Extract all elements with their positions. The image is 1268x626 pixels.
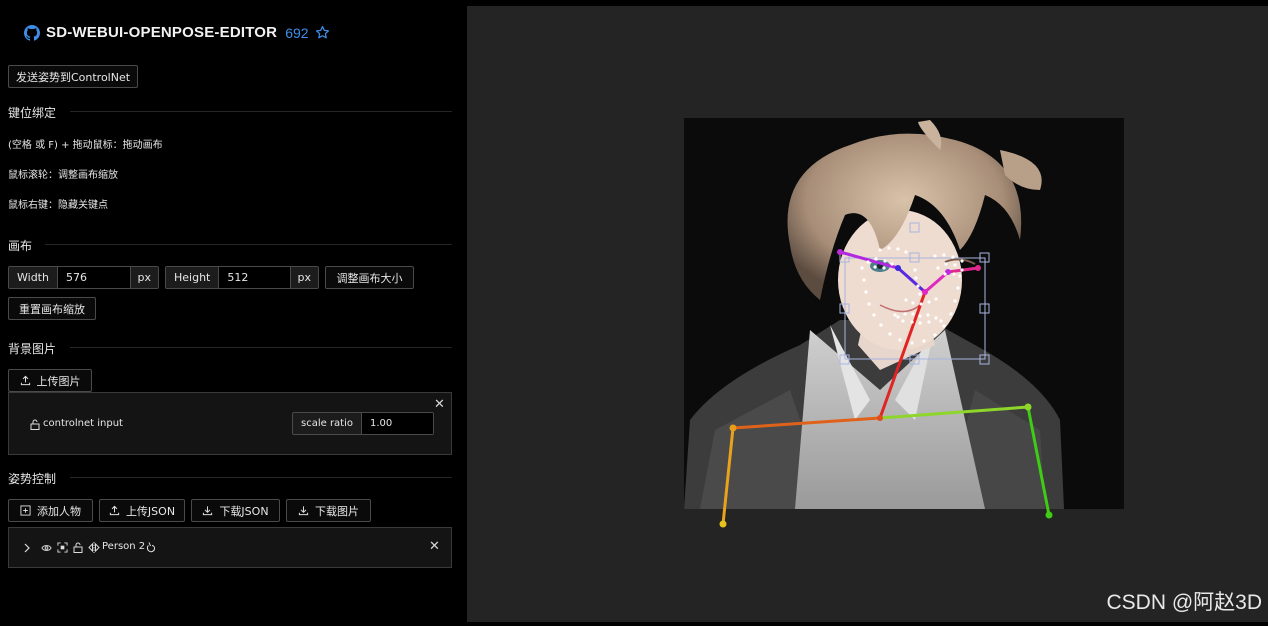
send-to-controlnet-button[interactable]: 发送姿势到ControlNet xyxy=(8,65,138,88)
canvas-section-title: 画布 xyxy=(8,239,33,253)
height-field: Height 512 px xyxy=(165,266,319,289)
divider xyxy=(70,347,452,348)
add-person-label: 添加人物 xyxy=(37,504,81,518)
background-section-title: 背景图片 xyxy=(8,342,57,356)
upload-image-label: 上传图片 xyxy=(36,374,81,388)
add-person-button[interactable]: 添加人物 xyxy=(8,499,93,522)
upload-image-button[interactable]: 上传图片 xyxy=(8,369,92,392)
download-icon xyxy=(298,506,309,516)
height-unit: px xyxy=(289,267,318,288)
eye-icon[interactable] xyxy=(41,543,52,553)
pose-canvas[interactable] xyxy=(467,6,1268,622)
width-label: Width xyxy=(9,267,58,288)
divider xyxy=(45,244,452,245)
watermark: CSDN @阿赵3D xyxy=(1106,591,1262,614)
unlock-icon[interactable] xyxy=(73,542,83,553)
sidebar: SD-WEBUI-OPENPOSE-EDITOR 692 发送姿势到Contro… xyxy=(0,0,460,626)
upload-icon xyxy=(109,505,120,516)
width-field: Width 576 px xyxy=(8,266,159,289)
scale-ratio-field: scale ratio 1.00 xyxy=(292,412,434,435)
height-input[interactable]: 512 xyxy=(219,267,290,288)
person-row[interactable]: Person 2 ✕ xyxy=(8,527,452,568)
plus-square-icon xyxy=(20,505,31,516)
keybindings-title: 键位绑定 xyxy=(8,106,57,120)
download-icon xyxy=(203,506,213,516)
upload-json-label: 上传JSON xyxy=(125,504,176,518)
hand-icon[interactable] xyxy=(146,541,156,553)
width-unit: px xyxy=(129,267,158,288)
download-json-button[interactable]: 下载JSON xyxy=(191,499,280,522)
height-label: Height xyxy=(166,267,220,288)
focus-icon[interactable] xyxy=(57,542,68,553)
scale-ratio-input[interactable]: 1.00 xyxy=(362,413,433,434)
header: SD-WEBUI-OPENPOSE-EDITOR 692 xyxy=(24,24,330,41)
divider xyxy=(70,477,452,478)
app-title[interactable]: SD-WEBUI-OPENPOSE-EDITOR xyxy=(46,24,277,41)
reset-zoom-button[interactable]: 重置画布缩放 xyxy=(8,297,96,320)
keybinding-drag: (空格 或 F) + 拖动鼠标：拖动画布 xyxy=(8,140,163,151)
pose-section-title: 姿势控制 xyxy=(8,472,57,486)
download-image-label: 下载图片 xyxy=(315,504,359,518)
flip-icon[interactable] xyxy=(88,542,100,553)
resize-canvas-button[interactable]: 调整画布大小 xyxy=(325,266,414,289)
upload-json-button[interactable]: 上传JSON xyxy=(99,499,185,522)
person-name[interactable]: Person 2 xyxy=(102,541,145,552)
layer-name: controlnet input xyxy=(43,418,123,429)
upload-icon xyxy=(20,375,30,386)
download-image-button[interactable]: 下载图片 xyxy=(286,499,371,522)
star-count: 692 xyxy=(285,24,309,41)
canvas-area[interactable] xyxy=(467,6,1268,622)
close-icon[interactable]: ✕ xyxy=(429,539,440,554)
background-layer-panel: controlnet input scale ratio 1.00 ✕ xyxy=(8,392,452,455)
keybinding-zoom: 鼠标滚轮：调整画布缩放 xyxy=(8,170,118,181)
chevron-right-icon[interactable] xyxy=(23,543,31,553)
divider xyxy=(70,111,452,112)
github-icon[interactable] xyxy=(24,24,40,41)
close-icon[interactable]: ✕ xyxy=(434,397,445,412)
width-input[interactable]: 576 xyxy=(57,267,130,288)
keybinding-hide: 鼠标右键：隐藏关键点 xyxy=(8,200,108,211)
download-json-label: 下载JSON xyxy=(219,504,269,518)
unlock-icon[interactable] xyxy=(30,419,40,430)
scale-ratio-label: scale ratio xyxy=(293,413,363,434)
star-icon[interactable] xyxy=(315,25,330,40)
